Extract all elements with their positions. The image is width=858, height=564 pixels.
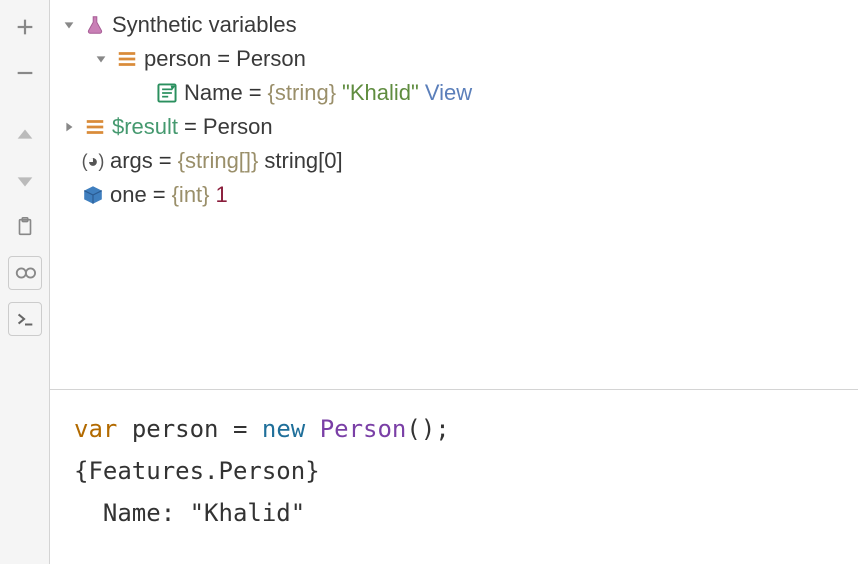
flask-icon [84,14,106,36]
identifier: person [132,415,219,443]
equals: = [249,80,262,106]
type-name: Person [320,415,407,443]
remove-button[interactable] [8,56,42,90]
var-name: args [110,148,153,174]
chevron-down-icon[interactable] [60,18,78,32]
equals: = [153,182,166,208]
var-value: 1 [216,182,228,208]
var-type: {int} [172,182,210,208]
console-line: Name: "Khalid" [74,492,834,534]
console-output: var person = new Person(); {Features.Per… [50,389,858,564]
equals: = [159,148,172,174]
console-line: {Features.Person} [74,450,834,492]
chevron-right-icon[interactable] [60,120,78,134]
up-button[interactable] [8,118,42,152]
var-args-node[interactable]: (◕) args = {string[]} string[0] [56,144,846,178]
view-link[interactable]: View [425,80,472,106]
field-icon [156,82,178,104]
side-toolbar [0,0,50,564]
var-one-node[interactable]: one = {int} 1 [56,178,846,212]
synthetic-variables-node[interactable]: Synthetic variables [56,8,846,42]
var-name: $result [112,114,178,140]
equals: = [233,415,247,443]
down-button[interactable] [8,164,42,198]
console-button[interactable] [8,302,42,336]
keyword-new: new [262,415,305,443]
var-type: Person [236,46,306,72]
parens: (); [406,415,449,443]
object-icon [84,116,106,138]
watches-button[interactable] [8,256,42,290]
equals: = [184,114,197,140]
field-name-node[interactable]: Name = {string} "Khalid" View [56,76,846,110]
clipboard-button[interactable] [8,210,42,244]
field-label: Name [184,80,243,106]
box-icon [82,184,104,206]
variables-panel: Synthetic variables person = Person Name… [50,0,858,389]
name-value: "Khalid" [190,499,306,527]
var-person-node[interactable]: person = Person [56,42,846,76]
synthetic-variables-label: Synthetic variables [112,12,297,38]
field-value: "Khalid" [342,80,419,106]
field-type: {string} [268,80,337,106]
var-type: Person [203,114,273,140]
var-name: one [110,182,147,208]
param-icon: (◕) [82,150,104,172]
console-line: var person = new Person(); [74,408,834,450]
name-label: Name: [103,499,175,527]
var-name: person [144,46,211,72]
chevron-down-icon[interactable] [92,52,110,66]
object-icon [116,48,138,70]
var-type: {string[]} [178,148,259,174]
add-button[interactable] [8,10,42,44]
var-value: string[0] [264,148,342,174]
var-result-node[interactable]: $result = Person [56,110,846,144]
keyword-var: var [74,415,117,443]
equals: = [217,46,230,72]
